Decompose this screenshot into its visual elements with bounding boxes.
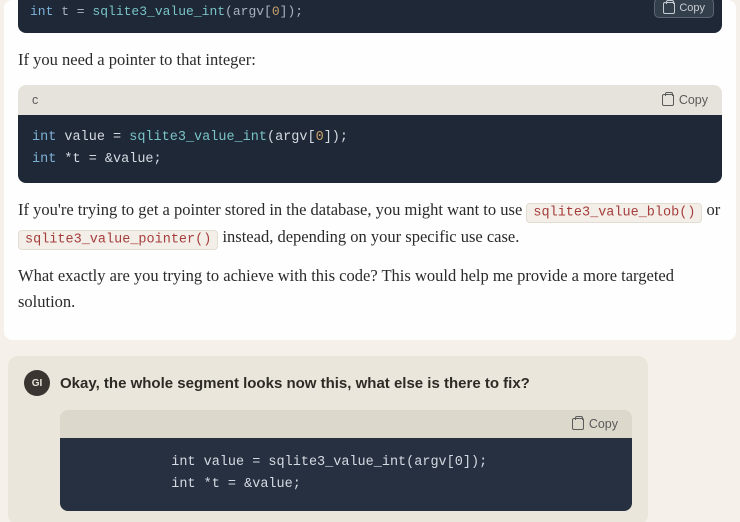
- paragraph: If you need a pointer to that integer:: [18, 47, 722, 73]
- copy-label: Copy: [679, 93, 708, 107]
- paragraph: What exactly are you trying to achieve w…: [18, 263, 722, 314]
- inline-code: sqlite3_value_blob(): [526, 203, 702, 223]
- code-language-label: c: [32, 93, 38, 107]
- copy-label: Copy: [589, 417, 618, 431]
- clipboard-icon: [572, 418, 584, 430]
- code-body: int value = sqlite3_value_int(argv[0]); …: [18, 115, 722, 184]
- user-message-header: GI Okay, the whole segment looks now thi…: [24, 370, 632, 396]
- code-block: c Copy int value = sqlite3_value_int(arg…: [18, 85, 722, 184]
- code-body: int value = sqlite3_value_int(argv[0]); …: [60, 438, 632, 511]
- copy-button[interactable]: Copy: [662, 93, 708, 107]
- user-text: Okay, the whole segment looks now this, …: [60, 375, 530, 392]
- inline-code: sqlite3_value_pointer(): [18, 230, 218, 250]
- avatar: GI: [24, 370, 50, 396]
- copy-label: Copy: [679, 2, 705, 14]
- assistant-message: Copy int t = sqlite3_value_int(argv[0]);…: [4, 0, 736, 340]
- clipboard-icon: [663, 2, 675, 14]
- clipboard-icon: [662, 94, 674, 106]
- code-header: c Copy: [18, 85, 722, 115]
- copy-button[interactable]: Copy: [60, 410, 632, 438]
- code-block: Copy int value = sqlite3_value_int(argv[…: [60, 410, 632, 511]
- code-block-partial: Copy int t = sqlite3_value_int(argv[0]);: [18, 0, 722, 33]
- paragraph: If you're trying to get a pointer stored…: [18, 197, 722, 251]
- copy-button[interactable]: Copy: [654, 0, 714, 18]
- user-message: GI Okay, the whole segment looks now thi…: [8, 356, 648, 522]
